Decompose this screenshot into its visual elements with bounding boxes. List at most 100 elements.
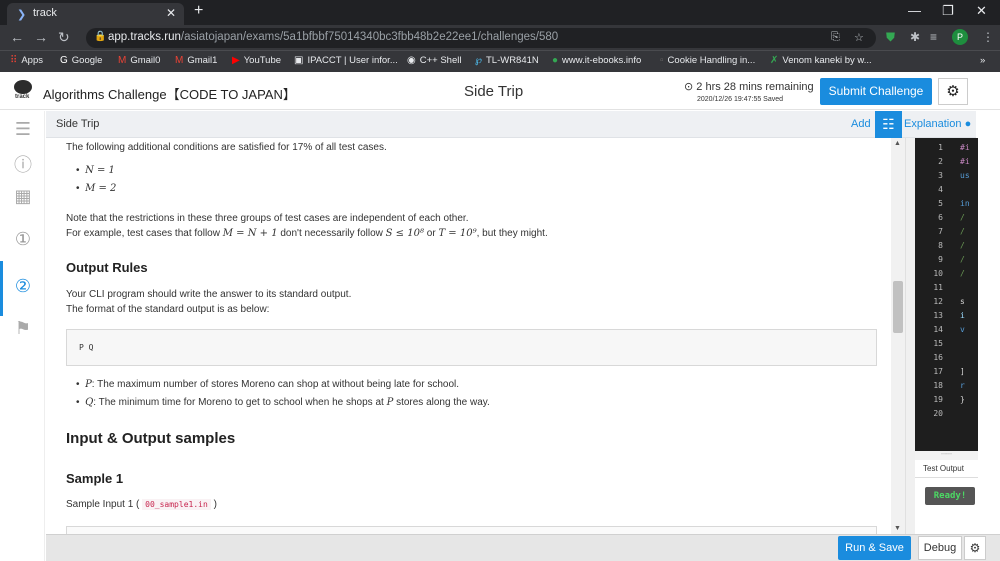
gmail-icon: M bbox=[175, 55, 184, 66]
code-line: #i bbox=[960, 143, 970, 152]
code-line: } bbox=[960, 395, 965, 404]
browser-tab[interactable]: ❯ track ✕ bbox=[7, 3, 184, 25]
run-save-button[interactable]: Run & Save bbox=[838, 536, 911, 560]
url-input[interactable]: 🔒 app.tracks.run/asiatojapan/exams/5a1bf… bbox=[86, 28, 876, 48]
code-line: / bbox=[960, 269, 965, 278]
editor-resize-handle[interactable]: ┄┄┄ bbox=[915, 451, 978, 460]
menu-lines-icon[interactable]: ☰ bbox=[11, 119, 35, 143]
code-line: in bbox=[960, 199, 970, 208]
new-tab-icon[interactable]: + bbox=[194, 2, 203, 20]
scroll-down-icon[interactable]: ▼ bbox=[894, 525, 901, 532]
footer-settings-gear-icon[interactable]: ⚙ bbox=[964, 536, 986, 560]
scroll-thumb[interactable] bbox=[893, 281, 903, 333]
bookmark-it-ebooks[interactable]: ● www.it-ebooks.info bbox=[552, 55, 641, 66]
output-rules-line-1: Your CLI program should write the answer… bbox=[66, 289, 352, 300]
bookmark-cpp-shell[interactable]: ◉ C++ Shell bbox=[407, 55, 461, 66]
bookmark-cookie-handling[interactable]: ▫ Cookie Handling in... bbox=[660, 55, 755, 66]
reload-icon[interactable]: ↻ bbox=[58, 29, 70, 46]
shield-extension-icon[interactable]: ⛊ bbox=[886, 30, 895, 45]
bookmarks-bar: ⠿ Apps G Google M Gmail0 M Gmail1 ▶ YouTube ▣… bbox=[0, 50, 1000, 72]
line-number: 10 bbox=[933, 269, 943, 278]
line-number: 2 bbox=[938, 157, 943, 166]
bookmark-gmail1[interactable]: M Gmail1 bbox=[175, 55, 217, 66]
sample-1-heading: Sample 1 bbox=[66, 471, 124, 486]
problem-title: Side Trip bbox=[56, 118, 100, 130]
table-grid-icon[interactable]: ▦ bbox=[11, 186, 35, 210]
note-line-2: For example, test cases that follow M = … bbox=[66, 228, 548, 239]
output-q-item: • Q: The minimum time for Moreno to get … bbox=[76, 397, 490, 408]
tab-title: track bbox=[33, 7, 57, 19]
code-line: / bbox=[960, 213, 965, 222]
test-output-panel: Ready! bbox=[915, 478, 978, 534]
output-rules-line-2: The format of the standard output is as … bbox=[66, 304, 270, 315]
globe-icon: ● bbox=[552, 55, 559, 66]
sample-file-name: 00_sample1.in bbox=[142, 499, 211, 510]
active-step-indicator bbox=[0, 261, 3, 316]
settings-gear-icon[interactable]: ⚙ bbox=[938, 78, 968, 105]
line-number: 3 bbox=[938, 171, 943, 180]
list-icon[interactable]: ☷ bbox=[875, 111, 902, 138]
submit-challenge-button[interactable]: Submit Challenge bbox=[820, 78, 932, 105]
page-icon: ▫ bbox=[660, 55, 664, 66]
clock-icon: ⊙ bbox=[684, 81, 694, 93]
lock-icon: 🔒 bbox=[94, 31, 107, 42]
bookmark-ipacct[interactable]: ▣ IPACCT | User infor... bbox=[294, 55, 398, 66]
tab-test-output[interactable]: Test Output bbox=[915, 460, 978, 478]
profile-avatar[interactable]: P bbox=[952, 29, 968, 45]
close-window-icon[interactable]: ✕ bbox=[976, 3, 987, 19]
line-number: 19 bbox=[933, 395, 943, 404]
translate-icon[interactable]: ⎘ bbox=[831, 31, 840, 44]
line-number: 17 bbox=[933, 367, 943, 376]
puzzle-extension-icon[interactable]: ✱ bbox=[910, 30, 920, 44]
output-rules-heading: Output Rules bbox=[66, 260, 148, 275]
code-editor[interactable]: 1 2 3 4 5 6 7 8 9 10 11 12 13 14 15 16 17 18 19 20 #i #i us in /… bbox=[915, 138, 978, 451]
line-number: 8 bbox=[938, 241, 943, 250]
code-line: s bbox=[960, 297, 965, 306]
line-number: 9 bbox=[938, 255, 943, 264]
app-title: Algorithms Challenge【CODE TO JAPAN】 bbox=[43, 87, 296, 102]
track-favicon-icon: ❯ bbox=[17, 9, 27, 21]
line-number: 1 bbox=[938, 143, 943, 152]
close-tab-icon[interactable]: ✕ bbox=[166, 6, 176, 20]
cpp-icon: ◉ bbox=[407, 55, 416, 66]
code-line: #i bbox=[960, 157, 970, 166]
bookmark-apps[interactable]: ⠿ Apps bbox=[10, 55, 43, 66]
gmail-icon: M bbox=[118, 55, 127, 66]
minimize-icon[interactable]: — bbox=[908, 3, 921, 18]
line-number: 14 bbox=[933, 325, 943, 334]
bookmark-tplink[interactable]: ℘ TL-WR841N bbox=[475, 55, 539, 66]
explanation-link[interactable]: Explanation ● bbox=[904, 118, 971, 130]
bookmark-youtube[interactable]: ▶ YouTube bbox=[232, 55, 281, 66]
note-line-1: Note that the restrictions in these thre… bbox=[66, 213, 469, 224]
line-number: 5 bbox=[938, 199, 943, 208]
scroll-up-icon[interactable]: ▲ bbox=[894, 140, 901, 147]
debug-button[interactable]: Debug bbox=[918, 536, 962, 560]
sample-1-input-label: Sample Input 1 ( 00_sample1.in ) bbox=[66, 499, 217, 510]
code-line: us bbox=[960, 171, 970, 180]
bookmark-google[interactable]: G Google bbox=[60, 55, 102, 66]
line-number: 20 bbox=[933, 409, 943, 418]
restore-icon[interactable]: ❐ bbox=[942, 3, 954, 19]
finish-flag-icon[interactable]: ⚑ bbox=[11, 318, 35, 342]
conditions-intro: The following additional conditions are … bbox=[66, 142, 387, 153]
bookmark-gmail0[interactable]: M Gmail0 bbox=[118, 55, 160, 66]
pane-splitter[interactable] bbox=[905, 138, 915, 534]
chrome-menu-icon[interactable]: ⋮ bbox=[982, 30, 994, 44]
bookmarks-overflow-icon[interactable]: » bbox=[980, 55, 985, 66]
line-number: 7 bbox=[938, 227, 943, 236]
media-queue-icon[interactable]: ≡ bbox=[930, 30, 937, 44]
back-icon[interactable]: ← bbox=[10, 29, 24, 45]
step-2-icon[interactable]: ② bbox=[11, 276, 35, 300]
bookmark-venom[interactable]: ✗ Venom kaneki by w... bbox=[770, 55, 872, 66]
challenge-name: Side Trip bbox=[464, 83, 524, 100]
condition-item: • N = 1 bbox=[76, 165, 115, 176]
info-icon[interactable]: ⓘ bbox=[11, 151, 35, 175]
line-number: 16 bbox=[933, 353, 943, 362]
problem-statement: The following additional conditions are … bbox=[46, 138, 891, 534]
problem-scrollbar[interactable]: ▲ ▼ bbox=[891, 138, 905, 534]
step-1-check-icon[interactable]: ① bbox=[11, 229, 35, 253]
forward-icon[interactable]: → bbox=[34, 29, 48, 45]
add-link[interactable]: Add bbox=[851, 118, 871, 130]
code-line: / bbox=[960, 255, 965, 264]
bookmark-star-icon[interactable]: ☆ bbox=[854, 31, 864, 44]
